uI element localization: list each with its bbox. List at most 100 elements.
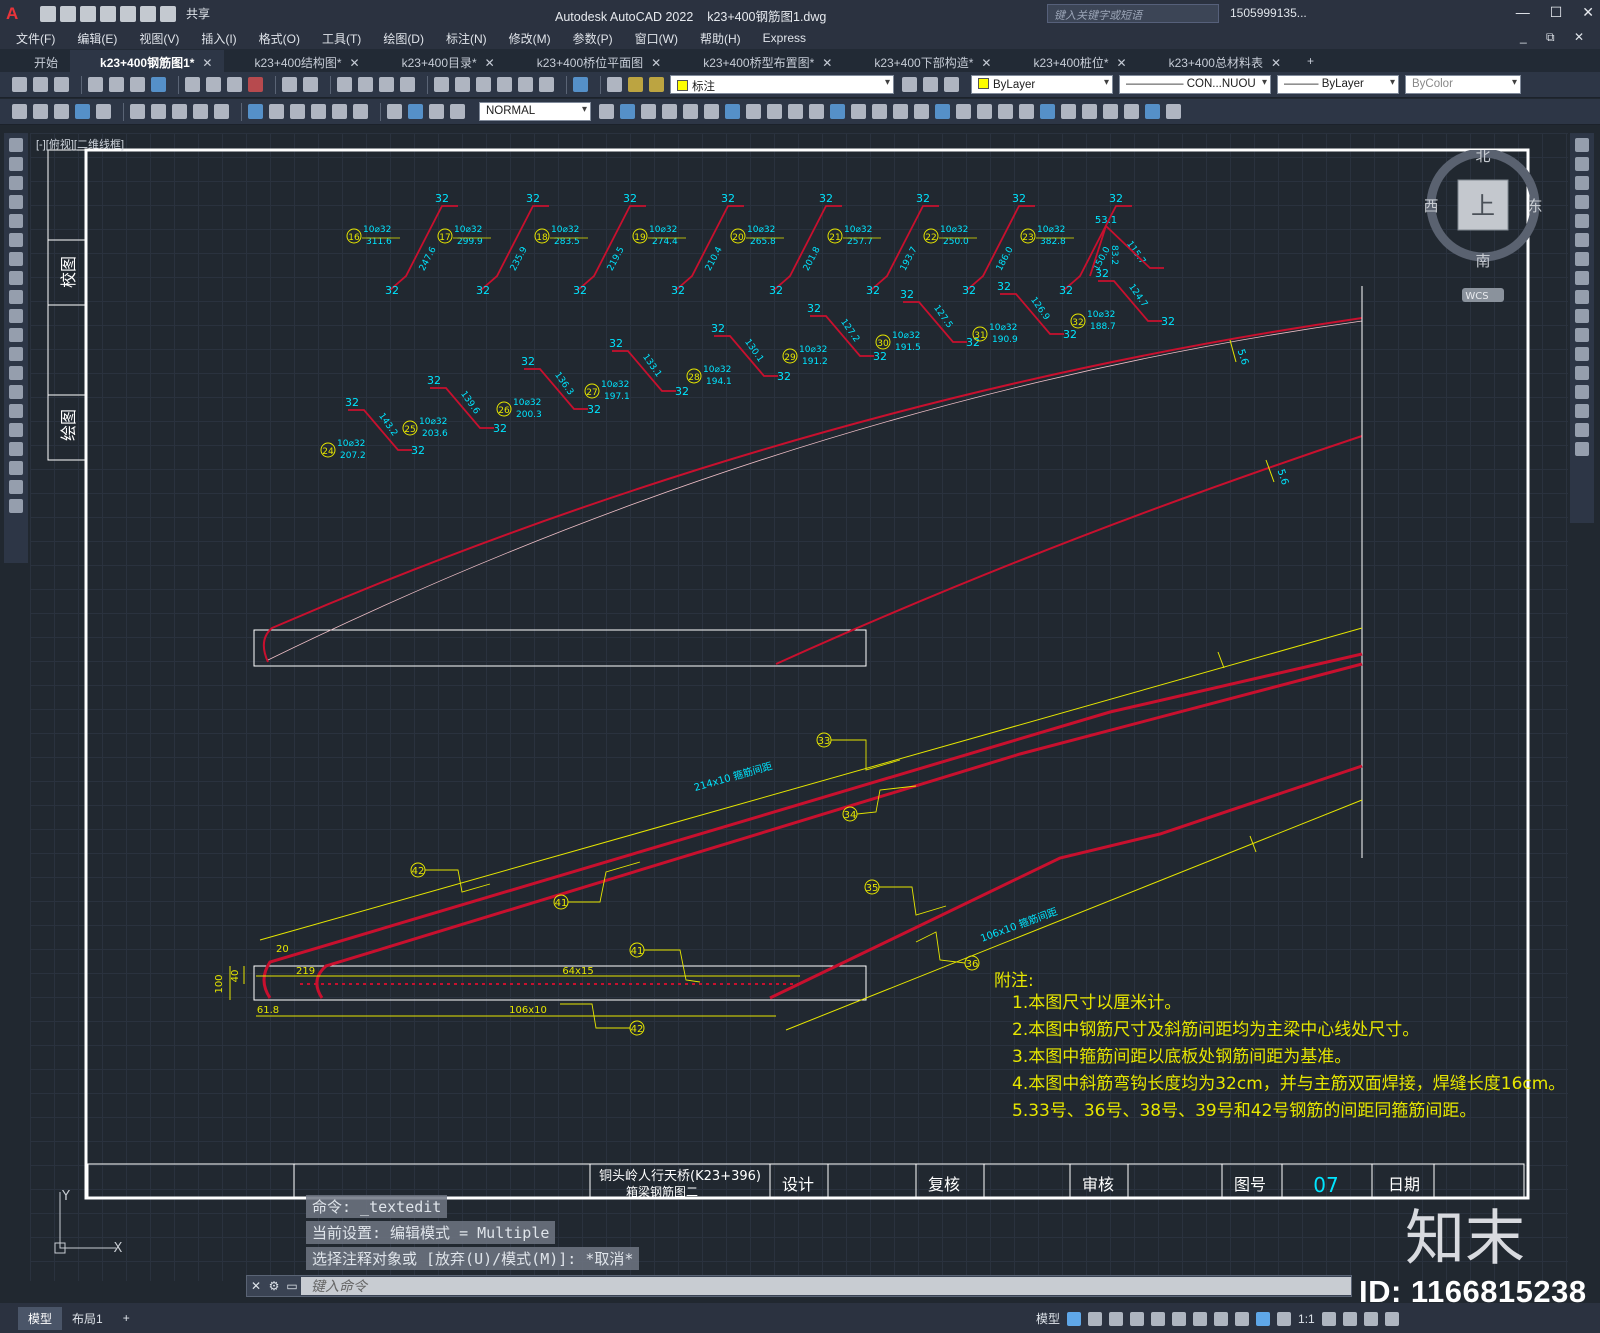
- help-icon[interactable]: [573, 77, 588, 92]
- draw-tool-icon[interactable]: [9, 499, 23, 513]
- zoom-realtime-icon[interactable]: [358, 77, 373, 92]
- lineweight-dropdown[interactable]: ——— ByLayer: [1277, 75, 1399, 94]
- close-icon[interactable]: ✕: [247, 1279, 265, 1293]
- viewcube[interactable]: 上 北 南 东 西 WCS: [1425, 150, 1543, 310]
- viewport-label[interactable]: [-][俯视][二维线框]: [36, 136, 124, 152]
- draw-tool-icon[interactable]: [9, 195, 23, 209]
- maximize-icon[interactable]: ☐: [1550, 4, 1563, 21]
- dimstyle-dropdown[interactable]: NORMAL: [479, 102, 591, 121]
- menu-item[interactable]: 帮助(H): [700, 30, 741, 47]
- dimupdate-icon[interactable]: [450, 104, 465, 119]
- document-tab[interactable]: k23+400钢筋图1* ✕: [70, 50, 225, 72]
- object-snap-icon[interactable]: [1193, 1311, 1208, 1326]
- modify-tool-icon[interactable]: [1575, 214, 1589, 228]
- draw-tool-icon[interactable]: [9, 157, 23, 171]
- tab-layout1[interactable]: 布局1: [62, 1307, 113, 1330]
- modify-tool-icon[interactable]: [998, 104, 1013, 119]
- compass-south[interactable]: 南: [1475, 252, 1490, 270]
- layer-properties-icon[interactable]: [607, 77, 622, 92]
- draw-tool-icon[interactable]: [9, 233, 23, 247]
- dimangular-icon[interactable]: [172, 104, 187, 119]
- linetype-dropdown[interactable]: ————— CON...NUOU: [1119, 75, 1271, 94]
- quickdim-icon[interactable]: [193, 104, 208, 119]
- draw-tool-icon[interactable]: [9, 176, 23, 190]
- annotation-scale[interactable]: 1:1: [1298, 1312, 1315, 1326]
- baseline-icon[interactable]: [214, 104, 229, 119]
- modify-tool-icon[interactable]: [1575, 195, 1589, 209]
- modify-tool-icon[interactable]: [1575, 157, 1589, 171]
- save-icon[interactable]: [54, 77, 69, 92]
- modify-tool-icon[interactable]: [809, 104, 824, 119]
- dimlinear-icon[interactable]: [12, 104, 27, 119]
- menu-item[interactable]: 窗口(W): [635, 30, 678, 47]
- draw-tool-icon[interactable]: [9, 214, 23, 228]
- snap-icon[interactable]: [1088, 1311, 1103, 1326]
- draw-tool-icon[interactable]: [9, 442, 23, 456]
- grid-icon[interactable]: [1067, 1311, 1082, 1326]
- tab-close-icon[interactable]: ✕: [485, 56, 495, 70]
- modify-tool-icon[interactable]: [1166, 104, 1181, 119]
- undo-icon[interactable]: [282, 77, 297, 92]
- document-tab[interactable]: k23+400目录* ✕: [372, 50, 507, 72]
- new-tab-button[interactable]: +: [1293, 50, 1326, 72]
- modify-tool-icon[interactable]: [788, 104, 803, 119]
- modify-tool-icon[interactable]: [893, 104, 908, 119]
- search-input[interactable]: 键入关键字或短语: [1047, 4, 1219, 23]
- draw-tool-icon[interactable]: [9, 309, 23, 323]
- undo-icon[interactable]: [140, 5, 156, 22]
- cut-icon[interactable]: [185, 77, 200, 92]
- modify-tool-icon[interactable]: [1575, 271, 1589, 285]
- design-center-icon[interactable]: [455, 77, 470, 92]
- draw-tool-icon[interactable]: [9, 480, 23, 494]
- tool-palettes-icon[interactable]: [476, 77, 491, 92]
- zoom-previous-icon[interactable]: [400, 77, 415, 92]
- dimarc-icon[interactable]: [54, 104, 69, 119]
- draw-tool-icon[interactable]: [9, 290, 23, 304]
- make-current-icon[interactable]: [902, 77, 917, 92]
- redo-icon[interactable]: [303, 77, 318, 92]
- menu-item[interactable]: 标注(N): [446, 30, 487, 47]
- modify-tool-icon[interactable]: [746, 104, 761, 119]
- menu-item[interactable]: 视图(V): [139, 30, 179, 47]
- modify-tool-icon[interactable]: [599, 104, 614, 119]
- modify-tool-icon[interactable]: [1145, 104, 1160, 119]
- menu-item[interactable]: 格式(O): [259, 30, 300, 47]
- command-input[interactable]: 键入命令: [301, 1277, 1351, 1295]
- document-tab[interactable]: k23+400下部构造* ✕: [844, 50, 1003, 72]
- document-tab[interactable]: k23+400结构图* ✕: [224, 50, 371, 72]
- new-icon[interactable]: [12, 77, 27, 92]
- modify-tool-icon[interactable]: [1019, 104, 1034, 119]
- jogged-linear-icon[interactable]: [387, 104, 402, 119]
- layer-previous-icon[interactable]: [923, 77, 938, 92]
- dimtedit-icon[interactable]: [429, 104, 444, 119]
- modify-tool-icon[interactable]: [1061, 104, 1076, 119]
- menu-item[interactable]: 工具(T): [322, 30, 361, 47]
- compass-east[interactable]: 东: [1527, 197, 1542, 215]
- minimize-icon[interactable]: —: [1516, 4, 1530, 21]
- autocad-logo[interactable]: A: [6, 4, 28, 24]
- menu-item[interactable]: 插入(I): [201, 30, 236, 47]
- redo-icon[interactable]: [160, 5, 176, 22]
- annotation-monitor-icon[interactable]: [1342, 1311, 1357, 1326]
- modify-tool-icon[interactable]: [1575, 404, 1589, 418]
- modify-tool-icon[interactable]: [872, 104, 887, 119]
- document-tab[interactable]: k23+400桩位* ✕: [1003, 50, 1138, 72]
- markup-icon[interactable]: [518, 77, 533, 92]
- paste-icon[interactable]: [227, 77, 242, 92]
- tab-close-icon[interactable]: ✕: [350, 56, 360, 70]
- layer-on-icon[interactable]: [628, 77, 643, 92]
- menu-item[interactable]: 编辑(E): [77, 30, 117, 47]
- document-tab[interactable]: k23+400桥位平面图 ✕: [507, 50, 673, 72]
- publish-icon[interactable]: [130, 77, 145, 92]
- modify-tool-icon[interactable]: [683, 104, 698, 119]
- draw-tool-icon[interactable]: [9, 347, 23, 361]
- draw-tool-icon[interactable]: [9, 461, 23, 475]
- modify-tool-icon[interactable]: [1040, 104, 1055, 119]
- zoom-window-icon[interactable]: [379, 77, 394, 92]
- add-layout-button[interactable]: +: [113, 1308, 140, 1328]
- modify-tool-icon[interactable]: [1575, 423, 1589, 437]
- user-account[interactable]: 1505999135...: [1230, 6, 1307, 20]
- modify-tool-icon[interactable]: [851, 104, 866, 119]
- match-properties-icon[interactable]: [248, 77, 263, 92]
- plotstyle-dropdown[interactable]: ByColor: [1405, 75, 1521, 94]
